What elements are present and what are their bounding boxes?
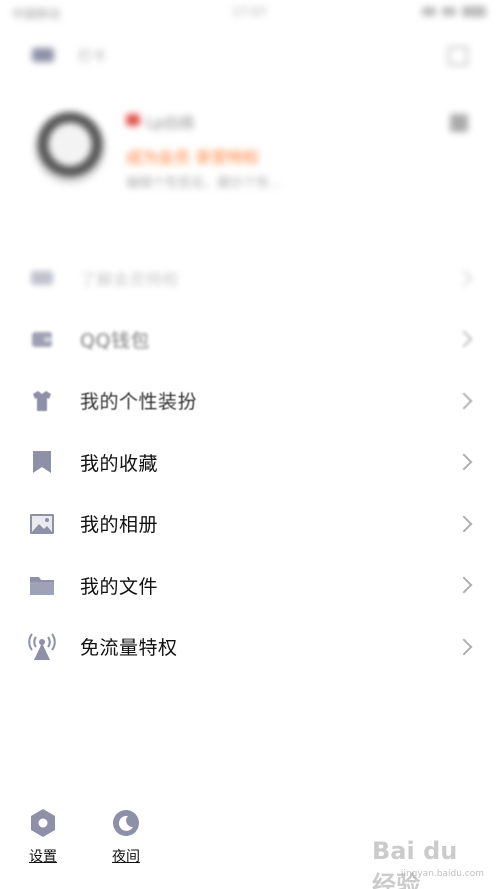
signal-tower-icon — [28, 633, 56, 661]
signature[interactable]: 编辑个性签名，展示个性... — [126, 172, 281, 191]
drawer-menu: 了解会员特权 QQ钱包 我的个性装扮 我的收藏 我的相册 我的文件 免流量特权 — [0, 247, 500, 678]
moon-icon — [113, 810, 139, 836]
chevron-right-icon — [455, 392, 473, 410]
carrier-text: 中国移动 — [12, 7, 61, 21]
menu-item-free-data[interactable]: 免流量特权 — [0, 616, 500, 678]
chevron-right-icon — [455, 330, 473, 348]
night-label: 夜间 — [112, 849, 140, 865]
vip-icon — [28, 264, 56, 292]
watermark-url: jingyan.baidu.com — [400, 869, 484, 879]
menu-item-wallet[interactable]: QQ钱包 — [0, 309, 500, 371]
watermark-logo-text: Bai du 经验 — [372, 837, 458, 889]
night-mode-button[interactable]: 夜间 — [96, 808, 156, 866]
qrcode-icon[interactable] — [450, 114, 468, 132]
wallet-icon — [28, 325, 56, 353]
menu-item-favorites[interactable]: 我的收藏 — [0, 432, 500, 494]
heart-icon — [126, 114, 140, 126]
menu-item-album[interactable]: 我的相册 — [0, 493, 500, 555]
menu-item-label: 我的收藏 — [80, 452, 159, 475]
settings-button[interactable]: 设置 — [13, 808, 73, 866]
folder-icon — [28, 571, 56, 599]
signal-icon — [422, 7, 436, 16]
scan-icon[interactable] — [32, 48, 54, 62]
baidu-jingyan-watermark: Bai du 经验 jingyan.baidu.com — [372, 835, 492, 889]
chevron-right-icon — [455, 453, 473, 471]
drawer-top-row: 打卡 — [0, 38, 500, 74]
menu-item-label: 了解会员特权 — [80, 269, 180, 289]
battery-icon — [462, 6, 486, 17]
vip-promo[interactable]: 成为会员 享受特权 — [126, 144, 259, 168]
menu-item-label: 免流量特权 — [80, 637, 178, 660]
clock: 17:07 — [232, 5, 267, 19]
menu-item-label: 我的文件 — [80, 575, 159, 598]
qq-side-drawer: 中国移动 17:07 打卡 Lp白鸽 成为会员 享受特权 编辑个性签名，展示个性… — [0, 0, 500, 889]
chevron-right-icon — [455, 515, 473, 533]
wifi-icon — [442, 7, 456, 16]
nickname: Lp白鸽 — [146, 114, 194, 132]
menu-item-files[interactable]: 我的文件 — [0, 555, 500, 617]
qr-scan-icon[interactable] — [448, 46, 468, 66]
menu-item-dress-up[interactable]: 我的个性装扮 — [0, 370, 500, 432]
status-icons — [422, 6, 486, 17]
bookmark-icon — [28, 448, 56, 476]
photo-album-icon — [28, 510, 56, 538]
chevron-right-icon — [455, 576, 473, 594]
dress-up-icon — [28, 387, 56, 415]
menu-item-vip[interactable]: 了解会员特权 — [0, 247, 500, 309]
profile-section[interactable]: Lp白鸽 成为会员 享受特权 编辑个性签名，展示个性... — [0, 100, 500, 210]
menu-item-label: 我的个性装扮 — [80, 391, 198, 414]
settings-label: 设置 — [29, 849, 57, 865]
menu-item-label: QQ钱包 — [80, 329, 150, 352]
status-bar: 中国移动 17:07 — [0, 0, 500, 24]
chevron-right-icon — [455, 269, 473, 287]
menu-item-label: 我的相册 — [80, 514, 159, 537]
avatar[interactable] — [34, 112, 106, 184]
checkin-label[interactable]: 打卡 — [78, 46, 106, 66]
chevron-right-icon — [455, 638, 473, 656]
settings-icon — [31, 809, 55, 837]
